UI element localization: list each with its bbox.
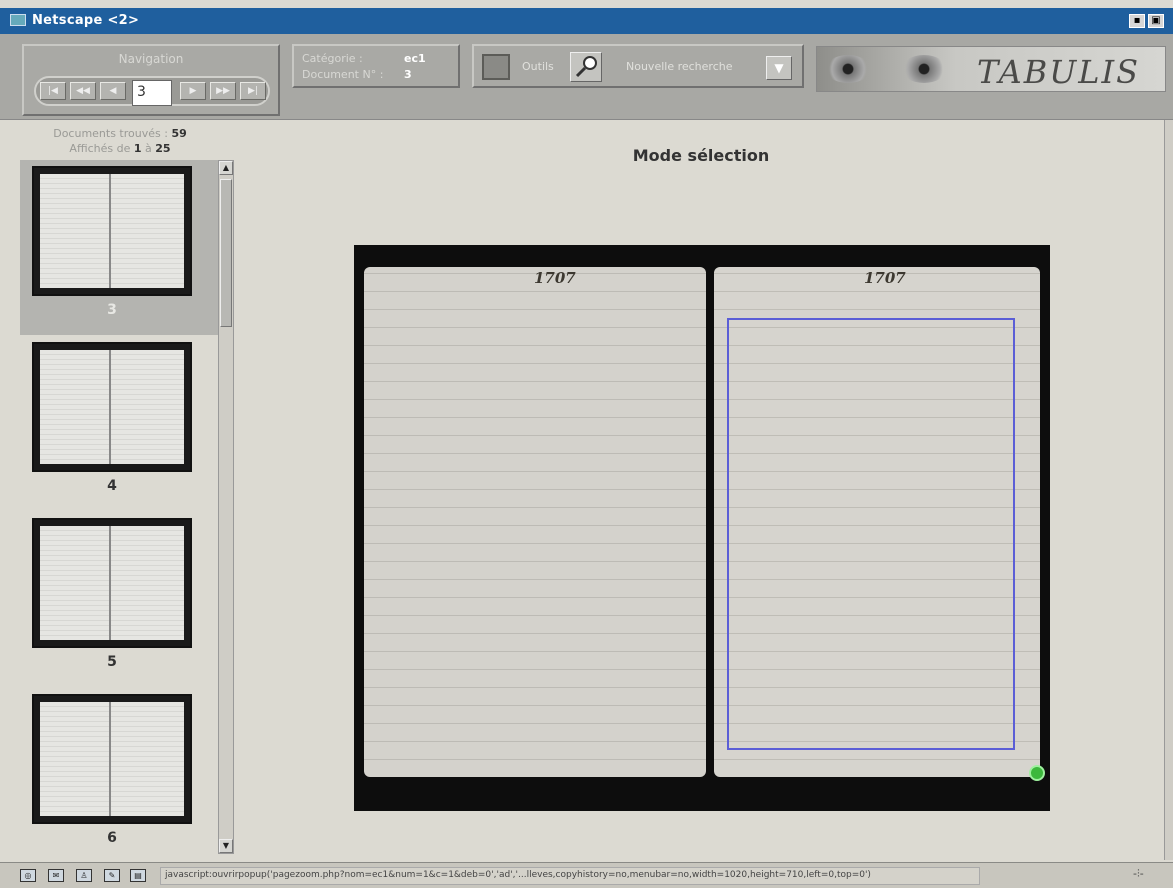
logo-text: TABULIS [977, 53, 1140, 91]
documents-found-line: Documents trouvés : 59 [20, 126, 220, 141]
page-icon[interactable]: ▤ [130, 869, 146, 882]
rewind-button[interactable]: ◀◀ [70, 82, 96, 100]
mail-icon[interactable]: ✉ [48, 869, 64, 882]
previous-page-button[interactable]: ◀ [100, 82, 126, 100]
document-value: 3 [404, 68, 412, 81]
thumbnail-item[interactable]: 4 [20, 336, 218, 511]
tools-icon[interactable] [482, 54, 510, 80]
netscape-icon [10, 14, 26, 26]
eye-right-decoration [901, 55, 947, 83]
document-info-panel: Catégorie : ec1 Document N° : 3 [292, 44, 460, 88]
document-image[interactable]: 1707 1707 [354, 245, 1050, 811]
thumbnail-list: 3 4 5 6 [20, 160, 218, 854]
eye-left-decoration [825, 55, 871, 83]
thumbnail-item[interactable]: 5 [20, 512, 218, 687]
thumbnail-image[interactable] [32, 342, 192, 472]
displayed-label: Affichés de [69, 142, 131, 155]
categorie-value: ec1 [404, 52, 426, 65]
navigation-panel: Navigation |◀ ◀◀ ◀ 3 ▶ ▶▶ ▶| [22, 44, 280, 116]
document-label: Document N° : [302, 68, 384, 81]
last-page-button[interactable]: ▶| [240, 82, 266, 100]
scrollbar-thumb[interactable] [220, 179, 232, 327]
navigation-label: Navigation [118, 52, 184, 66]
window-title: Netscape <2> [32, 13, 140, 28]
security-icon[interactable]: ◎ [20, 869, 36, 882]
fast-forward-button[interactable]: ▶▶ [210, 82, 236, 100]
thumbnail-number: 4 [107, 478, 117, 494]
thumbnail-column: Documents trouvés : 59 Affichés de 1 à 2… [10, 120, 238, 860]
displayed-to-label: à [145, 142, 152, 155]
thumbnail-number: 6 [107, 830, 117, 846]
outils-label: Outils [522, 60, 554, 73]
person-icon[interactable]: ♙ [76, 869, 92, 882]
documents-found-label: Documents trouvés : [53, 127, 168, 140]
first-page-button[interactable]: |◀ [40, 82, 66, 100]
tabulis-logo: TABULIS [816, 46, 1166, 92]
status-text: javascript:ouvrirpopup('pagezoom.php?nom… [160, 867, 980, 885]
magnifier-icon [575, 56, 597, 78]
mode-title: Mode sélection [632, 146, 770, 165]
nouvelle-recherche-button[interactable]: ▼ [766, 56, 792, 80]
page-number-input[interactable]: 3 [132, 80, 172, 106]
scroll-down-arrow-icon[interactable]: ▼ [219, 839, 233, 853]
status-bar: ◎ ✉ ♙ ✎ ▤ javascript:ouvrirpopup('pagezo… [0, 862, 1173, 888]
thumbnail-image[interactable] [32, 518, 192, 648]
thumbnail-image[interactable] [32, 694, 192, 824]
documents-found-count: 59 [171, 127, 187, 140]
result-counts: Documents trouvés : 59 Affichés de 1 à 2… [20, 126, 220, 156]
thumbnail-image[interactable] [32, 166, 192, 296]
selection-rectangle[interactable] [727, 318, 1015, 750]
resize-grip-icon[interactable]: -⫶- [1133, 867, 1165, 885]
next-page-button[interactable]: ▶ [180, 82, 206, 100]
page-scrollbar[interactable] [1164, 120, 1173, 860]
displayed-to: 25 [155, 142, 171, 155]
validate-selection-button[interactable] [1029, 765, 1045, 781]
document-viewer: Mode sélection 1707 1707 [240, 120, 1162, 860]
categorie-label: Catégorie : [302, 52, 363, 65]
navigation-bar: |◀ ◀◀ ◀ 3 ▶ ▶▶ ▶| [34, 76, 270, 106]
thumbnail-number: 3 [107, 302, 117, 318]
thumbnail-number: 5 [107, 654, 117, 670]
displayed-from: 1 [133, 142, 142, 155]
year-left: 1707 [534, 269, 576, 287]
nouvelle-recherche-label: Nouvelle recherche [626, 60, 733, 73]
scroll-up-arrow-icon[interactable]: ▲ [219, 161, 233, 175]
year-right: 1707 [864, 269, 906, 287]
thumbnail-item[interactable]: 6 [20, 688, 218, 854]
displayed-range-line: Affichés de 1 à 25 [20, 141, 220, 156]
title-bar[interactable]: Netscape <2> ▪ ▣ [0, 8, 1173, 34]
minimize-button[interactable]: ▪ [1129, 14, 1145, 28]
thumbnail-item[interactable]: 3 [20, 160, 218, 335]
thumbnail-scrollbar[interactable]: ▲ ▼ [218, 160, 234, 854]
composer-icon[interactable]: ✎ [104, 869, 120, 882]
app-toolbar: Navigation |◀ ◀◀ ◀ 3 ▶ ▶▶ ▶| Catégorie :… [0, 34, 1173, 120]
tools-panel: Outils Nouvelle recherche ▼ [472, 44, 804, 88]
browser-window: Netscape <2> ▪ ▣ Navigation |◀ ◀◀ ◀ 3 ▶ … [0, 0, 1173, 888]
left-page: 1707 [364, 267, 706, 777]
magnifier-button[interactable] [570, 52, 602, 82]
maximize-button[interactable]: ▣ [1148, 14, 1164, 28]
